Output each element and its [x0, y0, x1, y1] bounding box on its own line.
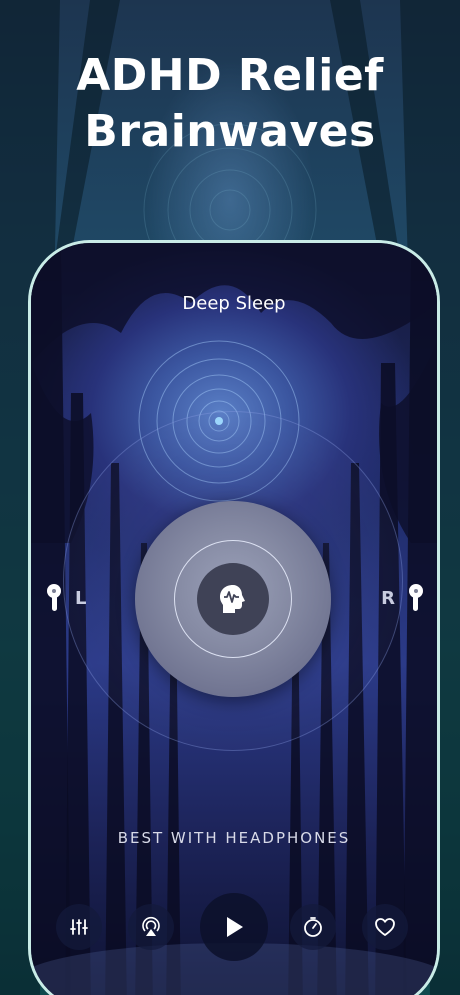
right-earbud: R [381, 583, 425, 613]
play-icon [227, 917, 243, 937]
headphones-hint: BEST WITH HEADPHONES [117, 829, 351, 847]
headline: ADHD Relief Brainwaves [0, 48, 460, 160]
headline-line-2: Brainwaves [84, 106, 376, 157]
airplay-button[interactable] [128, 904, 174, 950]
timer-button[interactable] [290, 904, 336, 950]
right-label: R [381, 587, 395, 609]
brainwave-disc[interactable] [135, 501, 331, 697]
play-button[interactable] [200, 893, 268, 961]
airplay-icon [142, 916, 160, 936]
left-earbud-icon [47, 584, 61, 611]
track-title: Deep Sleep [182, 293, 286, 314]
equalizer-button[interactable] [56, 904, 102, 950]
left-earbud: L [45, 583, 86, 613]
heart-icon [375, 918, 395, 936]
phone-frame: Deep Sleep L R BEST WITH HEADPHONES [28, 240, 440, 995]
timer-icon [304, 917, 322, 937]
right-earbud-icon [409, 584, 423, 611]
favorite-button[interactable] [362, 904, 408, 950]
equalizer-icon [70, 919, 88, 935]
left-label: L [75, 587, 87, 609]
disc-center [197, 563, 269, 635]
headline-line-1: ADHD Relief [76, 50, 384, 101]
brain-head-icon [220, 585, 245, 613]
control-bar [31, 893, 437, 965]
